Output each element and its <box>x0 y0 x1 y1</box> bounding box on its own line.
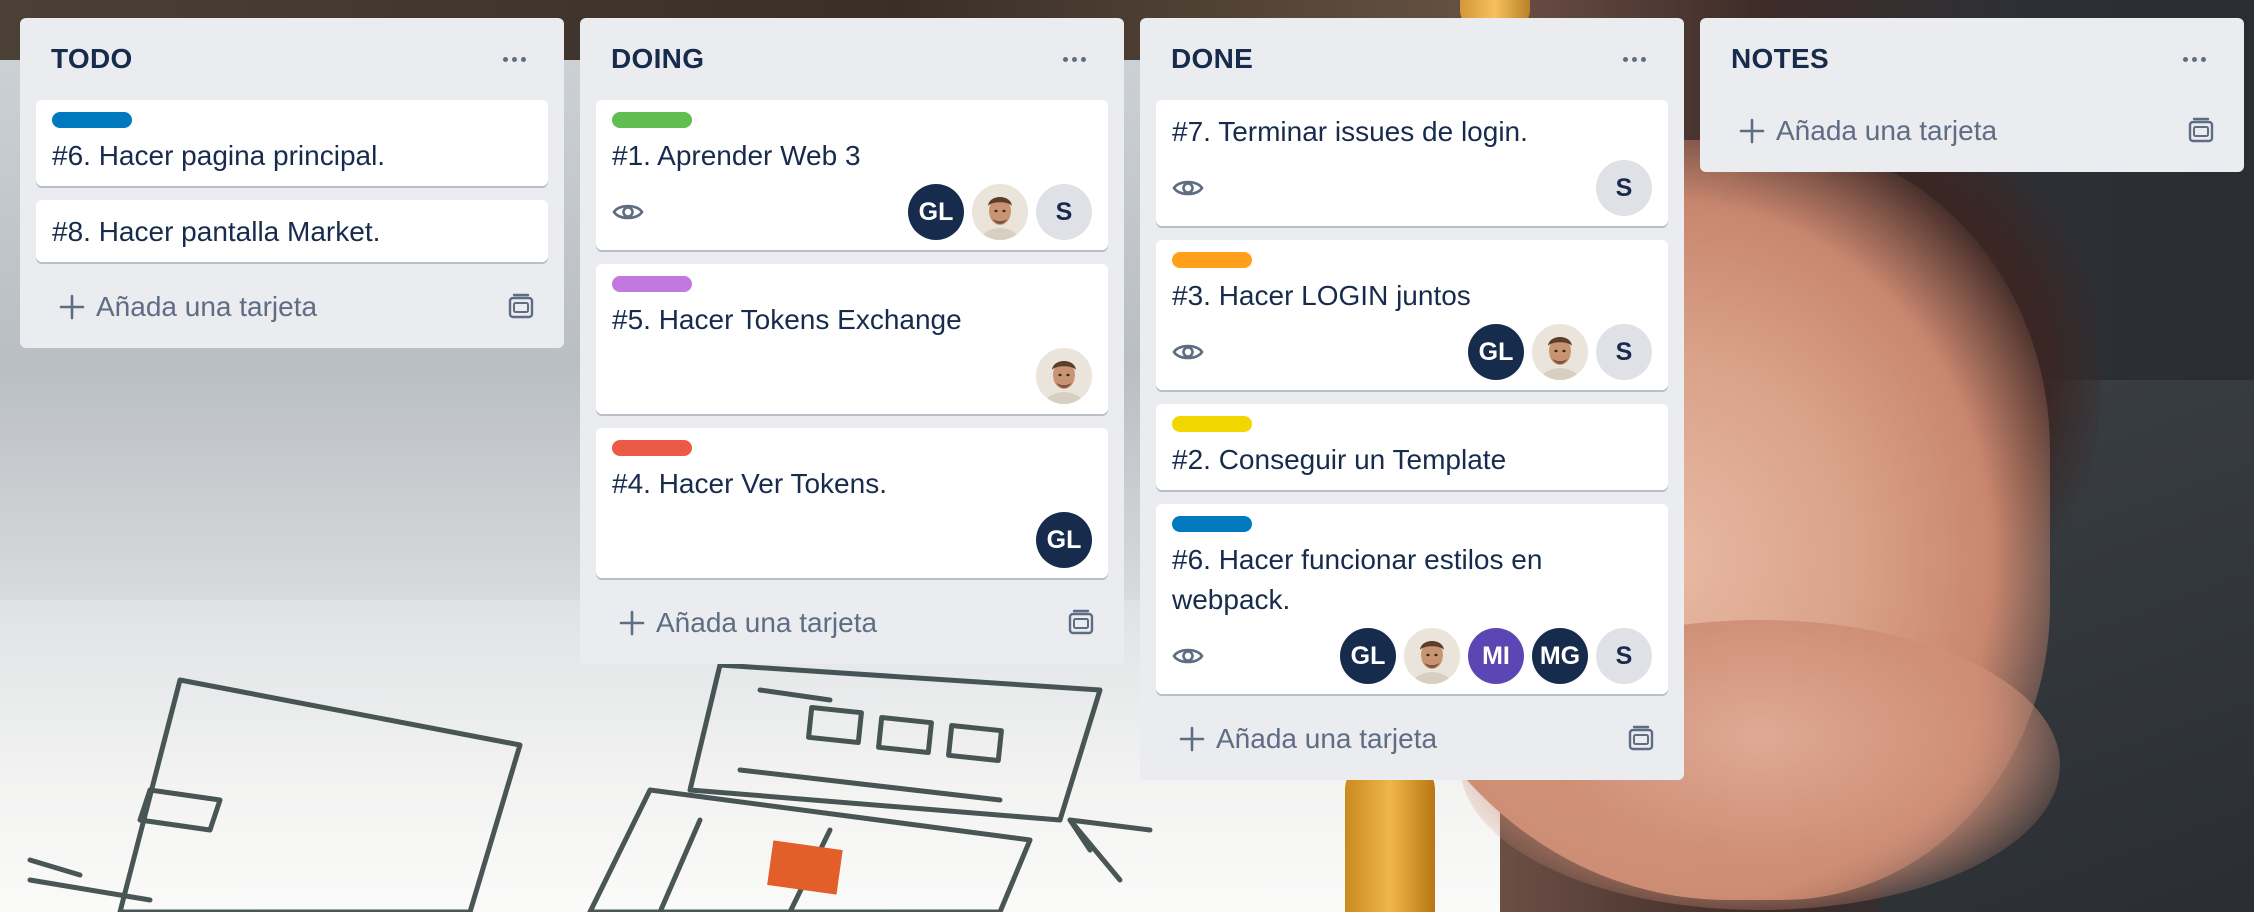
card-label[interactable] <box>1172 252 1252 268</box>
card-title: #1. Aprender Web 3 <box>612 140 861 171</box>
card[interactable]: #1. Aprender Web 3 GL S <box>596 100 1108 250</box>
card-title: #6. Hacer pagina principal. <box>52 140 386 171</box>
list-menu-button[interactable] <box>2175 40 2213 78</box>
card-label[interactable] <box>612 112 692 128</box>
card-badges <box>612 348 1092 404</box>
add-card-button[interactable]: Añada una tarjeta <box>36 276 548 338</box>
list-header: TODO <box>36 18 548 100</box>
add-card-label: Añada una tarjeta <box>1216 723 1438 754</box>
card-members: GL S <box>1468 324 1652 380</box>
card-badges: GL <box>612 512 1092 568</box>
card-title: #7. Terminar issues de login. <box>1172 116 1528 147</box>
card-title: #2. Conseguir un Template <box>1172 444 1507 475</box>
list-menu-button[interactable] <box>495 40 533 78</box>
card[interactable]: #6. Hacer pagina principal. <box>36 100 548 186</box>
member-avatar[interactable]: MI <box>1468 628 1524 684</box>
plus-icon <box>1739 118 1765 144</box>
member-avatar-photo[interactable] <box>1532 324 1588 380</box>
list-title[interactable]: NOTES <box>1731 43 1829 75</box>
card[interactable]: #7. Terminar issues de login. S <box>1156 100 1668 226</box>
ellipsis-icon <box>2182 56 2206 62</box>
card[interactable]: #4. Hacer Ver Tokens. GL <box>596 428 1108 578</box>
member-avatar-photo[interactable] <box>1404 628 1460 684</box>
ellipsis-icon <box>1622 56 1646 62</box>
list-todo: TODO #6. Hacer pagina principal. #8. Hacer… <box>20 18 564 348</box>
member-avatar[interactable]: S <box>1036 184 1092 240</box>
card-title: #6. Hacer funcionar estilos en webpack. <box>1172 544 1543 615</box>
add-card-composer[interactable]: Añada una tarjeta <box>618 607 877 639</box>
card[interactable]: #8. Hacer pantalla Market. <box>36 200 548 262</box>
card-template-icon[interactable] <box>2186 116 2216 146</box>
add-card-composer[interactable]: Añada una tarjeta <box>1738 115 1997 147</box>
card-title: #8. Hacer pantalla Market. <box>52 216 381 247</box>
card-title: #4. Hacer Ver Tokens. <box>612 468 887 499</box>
member-avatar-photo[interactable] <box>972 184 1028 240</box>
list-title[interactable]: DONE <box>1171 43 1253 75</box>
card-template-icon[interactable] <box>1066 608 1096 638</box>
card-label[interactable] <box>52 112 132 128</box>
card-badges: S <box>1172 160 1652 216</box>
card[interactable]: #3. Hacer LOGIN juntos GL S <box>1156 240 1668 390</box>
plus-icon <box>1179 726 1205 752</box>
card-label[interactable] <box>1172 416 1252 432</box>
list-header: DOING <box>596 18 1108 100</box>
card-members: S <box>1596 160 1652 216</box>
list-header: NOTES <box>1716 18 2228 100</box>
card-badges: GL MI MG S <box>1172 628 1652 684</box>
list-header: DONE <box>1156 18 1668 100</box>
card-label[interactable] <box>612 276 692 292</box>
eye-icon <box>1172 344 1204 360</box>
member-avatar[interactable]: GL <box>1468 324 1524 380</box>
list-title[interactable]: DOING <box>611 43 704 75</box>
add-card-button[interactable]: Añada una tarjeta <box>1716 100 2228 162</box>
card-members: GL <box>1036 512 1092 568</box>
card-template-icon[interactable] <box>1626 724 1656 754</box>
list-title[interactable]: TODO <box>51 43 133 75</box>
list-notes: NOTES Añada una tarjeta <box>1700 18 2244 172</box>
card-badges: GL S <box>1172 324 1652 380</box>
card-members <box>1036 348 1092 404</box>
member-avatar[interactable]: GL <box>908 184 964 240</box>
plus-icon <box>619 610 645 636</box>
list-doing: DOING #1. Aprender Web 3 GL S #5. Hacer Toke… <box>580 18 1124 664</box>
eye-icon <box>1172 648 1204 664</box>
card[interactable]: #5. Hacer Tokens Exchange <box>596 264 1108 414</box>
card-template-icon[interactable] <box>506 292 536 322</box>
list-menu-button[interactable] <box>1615 40 1653 78</box>
ellipsis-icon <box>502 56 526 62</box>
add-card-button[interactable]: Añada una tarjeta <box>596 592 1108 654</box>
plus-icon <box>59 294 85 320</box>
add-card-composer[interactable]: Añada una tarjeta <box>1178 723 1437 755</box>
ellipsis-icon <box>1062 56 1086 62</box>
card-badges: GL S <box>612 184 1092 240</box>
member-avatar[interactable]: S <box>1596 628 1652 684</box>
member-avatar[interactable]: GL <box>1036 512 1092 568</box>
add-card-label: Añada una tarjeta <box>96 291 318 322</box>
card-title: #3. Hacer LOGIN juntos <box>1172 280 1471 311</box>
add-card-label: Añada una tarjeta <box>1776 115 1998 146</box>
eye-icon <box>612 204 644 220</box>
card-members: GL S <box>908 184 1092 240</box>
member-avatar[interactable]: S <box>1596 324 1652 380</box>
card-members: GL MI MG S <box>1340 628 1652 684</box>
card-label[interactable] <box>612 440 692 456</box>
add-card-label: Añada una tarjeta <box>656 607 878 638</box>
eye-icon <box>1172 180 1204 196</box>
member-avatar[interactable]: MG <box>1532 628 1588 684</box>
card-title: #5. Hacer Tokens Exchange <box>612 304 962 335</box>
card[interactable]: #2. Conseguir un Template <box>1156 404 1668 490</box>
list-done: DONE #7. Terminar issues de login. S #3. Ha… <box>1140 18 1684 780</box>
member-avatar[interactable]: S <box>1596 160 1652 216</box>
member-avatar-photo[interactable] <box>1036 348 1092 404</box>
add-card-composer[interactable]: Añada una tarjeta <box>58 291 317 323</box>
board: TODO #6. Hacer pagina principal. #8. Hacer… <box>0 0 2254 912</box>
add-card-button[interactable]: Añada una tarjeta <box>1156 708 1668 770</box>
card-label[interactable] <box>1172 516 1252 532</box>
member-avatar[interactable]: GL <box>1340 628 1396 684</box>
card[interactable]: #6. Hacer funcionar estilos en webpack. G… <box>1156 504 1668 694</box>
list-menu-button[interactable] <box>1055 40 1093 78</box>
